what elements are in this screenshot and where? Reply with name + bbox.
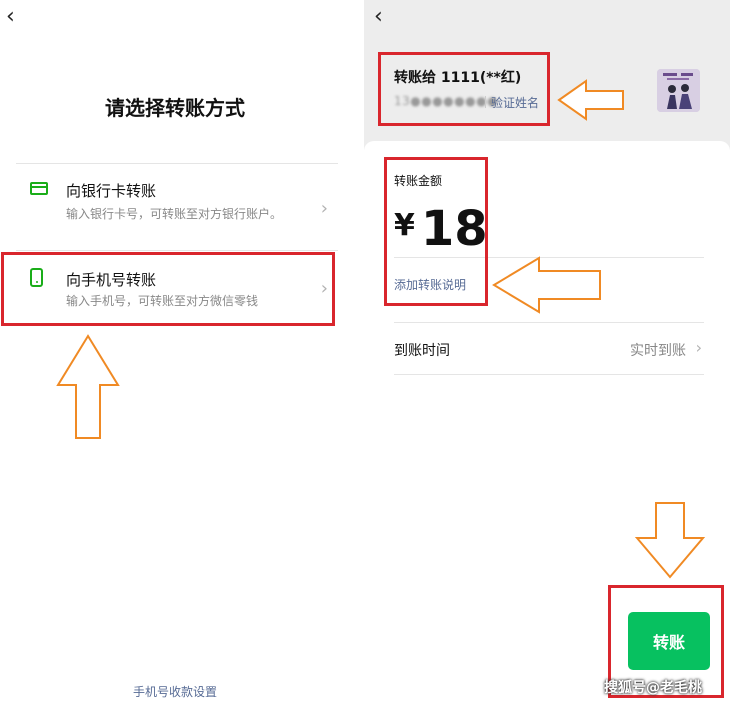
currency-symbol: ¥: [394, 208, 415, 243]
arrival-time-value[interactable]: 实时到账: [630, 340, 686, 360]
option-desc: 输入手机号，可转账至对方微信零钱: [66, 294, 259, 308]
chevron-right-icon: ›: [320, 278, 328, 299]
chevron-right-icon: ›: [695, 338, 702, 357]
avatar: [657, 69, 700, 112]
divider: [394, 257, 704, 258]
add-transfer-note-link[interactable]: 添加转账说明: [394, 276, 466, 293]
payee-phone: 13●●●●●●●●: [394, 94, 499, 108]
amount-input[interactable]: ¥18: [394, 198, 488, 257]
option-title: 向银行卡转账: [66, 182, 157, 200]
phone-transfer-option[interactable]: 向手机号转账 输入手机号，可转账至对方微信零钱 ›: [16, 258, 338, 320]
payee-name: 转账给 1111(**红): [394, 70, 522, 86]
phone-receive-settings-link[interactable]: 手机号收款设置: [0, 683, 350, 700]
amount-value: 18: [420, 201, 488, 257]
screenshot-composite: ‹ 请选择转账方式 向银行卡转账 输入银行卡号，可转账至对方银行账户。 › 向手…: [0, 0, 730, 705]
mobile-phone-icon: [30, 268, 43, 287]
verify-name-link[interactable]: 验证姓名: [491, 94, 539, 111]
transfer-method-screen: ‹ 请选择转账方式 向银行卡转账 输入银行卡号，可转账至对方银行账户。 › 向手…: [0, 0, 358, 705]
watermark: 搜狐号@老毛桃: [604, 680, 702, 696]
page-title: 请选择转账方式: [105, 96, 245, 120]
separator: [485, 96, 486, 108]
divider: [16, 163, 338, 164]
bank-card-transfer-option[interactable]: 向银行卡转账 输入银行卡号，可转账至对方银行账户。 ›: [16, 172, 338, 242]
amount-label: 转账金额: [394, 174, 443, 188]
bank-card-icon: [30, 182, 48, 195]
divider: [16, 250, 338, 251]
option-desc: 输入银行卡号，可转账至对方银行账户。: [66, 207, 283, 221]
option-title: 向手机号转账: [66, 271, 157, 289]
divider: [394, 322, 704, 323]
chevron-right-icon: ›: [320, 198, 328, 219]
back-chevron-icon[interactable]: ‹: [374, 6, 383, 28]
back-chevron-icon[interactable]: ‹: [6, 6, 15, 28]
transfer-amount-screen: ‹ 转账给 1111(**红) 13●●●●●●●● 验证姓名 转账金额 ¥18…: [364, 0, 730, 705]
arrival-time-label: 到账时间: [394, 343, 450, 359]
transfer-button[interactable]: 转账: [628, 612, 710, 670]
divider: [394, 374, 704, 375]
